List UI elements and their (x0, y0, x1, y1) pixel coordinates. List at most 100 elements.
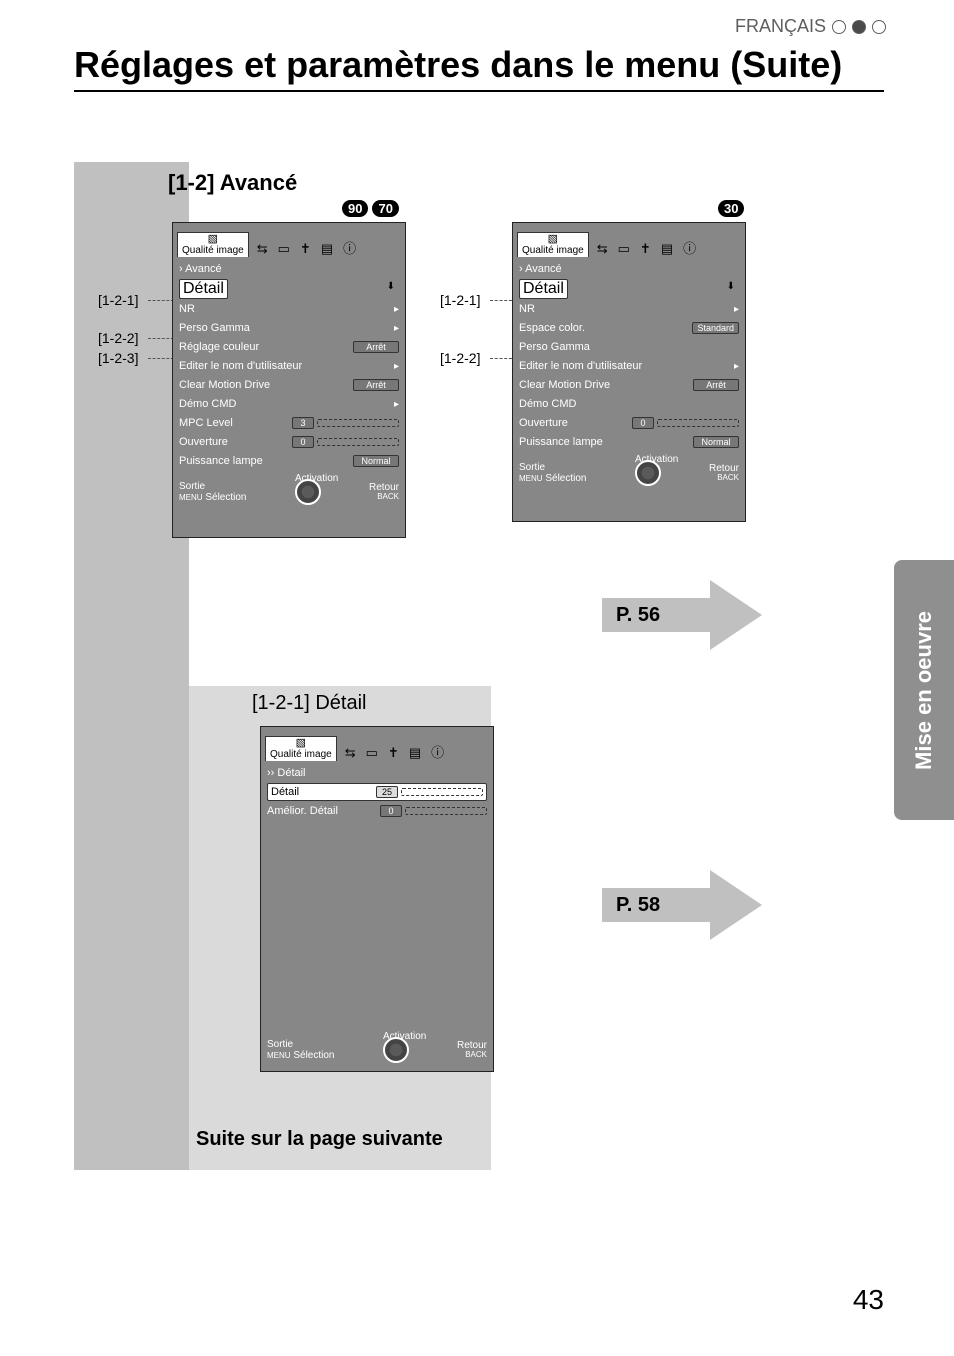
menu-row-label: MPC Level (179, 417, 292, 429)
submenu-arrow-icon: ▸ (394, 399, 399, 410)
image-quality-icon: ▧ (208, 234, 218, 246)
tab-icon: ✝ (388, 745, 399, 761)
value-number: 0 (632, 417, 654, 429)
submenu-arrow-icon: ▸ (734, 304, 739, 315)
back-label: BACK (457, 1051, 487, 1060)
value-box: Arrêt (693, 379, 739, 391)
breadcrumb: ›› Détail (267, 767, 487, 779)
exit-label: Sortie (267, 1039, 334, 1050)
menu-row: Perso Gamma▸ (179, 319, 399, 337)
value-number: 3 (292, 417, 314, 429)
callout: [1-2-2] (98, 330, 138, 346)
menu-row: Editer le nom d'utilisateur▸ (179, 357, 399, 375)
tab-label: Qualité image (270, 750, 332, 761)
menu-row-label: Ouverture (519, 417, 632, 429)
image-quality-icon: ▧ (548, 234, 558, 246)
tab-icon: ⇆ (345, 745, 356, 761)
callout: [1-2-2] (440, 350, 480, 366)
exit-label: Sortie (519, 462, 586, 473)
tab-icon: ⇆ (597, 241, 608, 257)
menu-row: MPC Level3 (179, 414, 399, 432)
tab-icon: ▤ (409, 745, 421, 761)
info-icon: ⓘ (683, 238, 696, 257)
menu-row-label: Perso Gamma (179, 322, 394, 334)
badge: 90 (342, 200, 368, 217)
highlighted-item: Détail (519, 279, 568, 299)
submenu-arrow-icon: ▸ (394, 323, 399, 334)
tab-icon: ▤ (661, 241, 673, 257)
value-number: 0 (292, 436, 314, 448)
menu-row: Ouverture0 (519, 414, 739, 432)
model-badges-right: 30 (718, 200, 744, 217)
breadcrumb: › Avancé (519, 263, 739, 275)
callout: [1-2-1] (98, 292, 138, 308)
language-indicator: FRANÇAIS (735, 16, 886, 37)
value-number: 25 (376, 786, 398, 798)
menu-row: Clear Motion DriveArrêt (519, 376, 739, 394)
side-tab-label: Mise en oeuvre (911, 611, 937, 770)
callout: [1-2-1] (440, 292, 480, 308)
info-icon: ⓘ (431, 742, 444, 761)
page-ref-arrow: P. 58 (602, 870, 772, 940)
selection-label: Sélection (545, 473, 586, 484)
menu-label: MENU (179, 493, 203, 502)
menu-label: MENU (519, 474, 543, 483)
menu-row-label: NR (179, 303, 394, 315)
menu-row: Clear Motion DriveArrêt (179, 376, 399, 394)
sub-section-title: [1-2-1] Détail (252, 692, 367, 715)
lang-dot-2 (852, 20, 866, 34)
menu-row-label: Editer le nom d'utilisateur (519, 360, 734, 372)
activation-label: Activation (295, 473, 338, 484)
page-ref-label: P. 56 (616, 604, 660, 627)
menu-row: NR▸ (519, 300, 739, 318)
menu-row: Perso Gamma (519, 338, 739, 356)
menu-row-label: Détail (271, 786, 376, 798)
value-box: Standard (692, 322, 739, 334)
highlighted-item: Détail (179, 279, 228, 299)
tab-label: Qualité image (522, 246, 584, 257)
menu-row-label: Clear Motion Drive (519, 379, 693, 391)
menu-row: Editer le nom d'utilisateur▸ (519, 357, 739, 375)
menu-row-label: Clear Motion Drive (179, 379, 353, 391)
menu-row-label: Espace color. (519, 322, 692, 334)
continue-text: Suite sur la page suivante (196, 1128, 443, 1151)
activation-label: Activation (383, 1031, 426, 1042)
osd-tabrow: ▧ Qualité image ⇆ ▭ ✝ ▤ ⓘ (173, 223, 405, 257)
callout-line (490, 358, 512, 359)
language-label: FRANÇAIS (735, 16, 826, 37)
tab-icon: ▭ (366, 745, 378, 761)
menu-row: Espace color.Standard (519, 319, 739, 337)
callout: [1-2-3] (98, 350, 138, 366)
osd-active-tab: ▧ Qualité image (177, 232, 249, 257)
menu-row: Démo CMD▸ (179, 395, 399, 413)
image-quality-icon: ▧ (296, 738, 306, 750)
info-icon: ⓘ (343, 238, 356, 257)
tab-icon: ⇆ (257, 241, 268, 257)
page-ref-label: P. 58 (616, 894, 660, 917)
badge: 30 (718, 200, 744, 217)
osd-footer: Sortie MENU Sélection Activation Retour … (173, 473, 405, 513)
title-rule (74, 90, 884, 92)
callout-line (148, 300, 174, 301)
menu-row-label: NR (519, 303, 734, 315)
down-arrow-icon: ⬇ (387, 281, 395, 292)
menu-row-label: Réglage couleur (179, 341, 353, 353)
submenu-arrow-icon: ▸ (394, 304, 399, 315)
menu-row-label: Perso Gamma (519, 341, 739, 353)
page-title: Réglages et paramètres dans le menu (Sui… (74, 44, 884, 86)
submenu-arrow-icon: ▸ (734, 361, 739, 372)
osd-tabrow: ▧ Qualité image ⇆ ▭ ✝ ▤ ⓘ (513, 223, 745, 257)
menu-label: MENU (267, 1051, 291, 1060)
selection-label: Sélection (205, 492, 246, 503)
menu-row: Détail25 (267, 783, 487, 801)
menu-row: Démo CMD (519, 395, 739, 413)
section-title: [1-2] Avancé (168, 170, 297, 196)
menu-row-label: Amélior. Détail (267, 805, 380, 817)
page-ref-arrow: P. 56 (602, 580, 772, 650)
menu-row-label: Editer le nom d'utilisateur (179, 360, 394, 372)
osd-panel-detail: ▧ Qualité image ⇆ ▭ ✝ ▤ ⓘ ›› Détail Déta… (260, 726, 494, 1072)
submenu-arrow-icon: ▸ (394, 361, 399, 372)
slider-track (317, 419, 399, 427)
menu-row: Puissance lampeNormal (179, 452, 399, 470)
value-box: Normal (353, 455, 399, 467)
